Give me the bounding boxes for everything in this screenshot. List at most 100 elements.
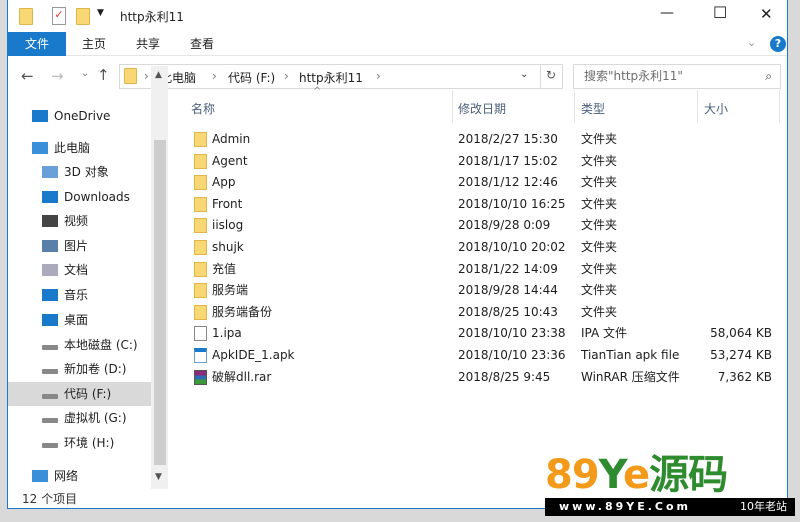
folder-icon [194,304,207,320]
file-type: 文件夹 [581,304,618,319]
network-icon [32,470,48,482]
nav-item[interactable]: 新加卷 (D:) [8,357,151,381]
column-divider[interactable] [574,90,575,123]
tab-home[interactable]: 主页 [74,32,114,56]
nav-item[interactable]: 虚拟机 (G:) [8,406,151,430]
file-row[interactable]: Agent 2018/1/17 15:02 文件夹 [188,151,778,172]
file-date: 2018/1/12 12:46 [458,175,558,190]
address-bar[interactable]: › 此电脑 › 代码 (F:) › http永利11 › ⌄ ↻ [119,64,563,89]
maximize-button[interactable]: ☐ [713,3,727,22]
chevron-right-icon: › [212,69,217,83]
file-size: 53,274 KB [710,348,772,362]
nav-item[interactable]: 文档 [8,258,151,282]
refresh-icon[interactable]: ↻ [546,68,556,82]
file-type: IPA 文件 [581,326,628,341]
recent-dropdown-icon[interactable]: ⌄ [81,68,89,79]
divider [540,65,541,88]
folder-icon [194,132,207,147]
file-row[interactable]: shujk 2018/10/10 20:02 文件夹 [188,237,778,258]
file-date: 2018/1/22 14:09 [458,261,558,276]
nav-item[interactable]: Downloads [8,185,151,209]
file-name: shujk [212,240,244,254]
file-row[interactable]: 服务端备份 2018/8/25 10:43 文件夹 [188,302,778,323]
title-bar: ✓ ▼ http永利11 — ☐ ✕ [8,0,787,32]
help-icon[interactable]: ? [770,36,786,52]
scroll-down-icon[interactable]: ▼ [155,472,162,482]
breadcrumb-drive[interactable]: 代码 (F:) [228,69,275,86]
column-header-date[interactable]: 修改日期 [458,98,506,120]
customize-dropdown-icon[interactable]: ▼ [97,8,104,18]
nav-item[interactable]: 图片 [8,234,151,258]
breadcrumb-folder[interactable]: http永利11 [299,69,363,86]
nav-item[interactable]: 3D 对象 [8,160,151,184]
file-name: Front [212,196,243,211]
column-divider[interactable] [697,90,698,123]
video-icon [42,215,58,227]
search-input[interactable]: 搜索"http永利11" ⌕ [573,64,781,89]
file-row[interactable]: ApkIDE_1.apk 2018/10/10 23:36 TianTian apk… [188,345,778,366]
watermark-logo: 89Ye源码 www.89YE.Com 10年老站 [545,452,795,518]
tab-share[interactable]: 共享 [128,32,168,56]
close-button[interactable]: ✕ [760,5,773,23]
nav-item[interactable]: 桌面 [8,308,151,332]
nav-item[interactable]: OneDrive [8,104,151,128]
chevron-right-icon[interactable]: › [376,69,381,83]
expand-ribbon-icon[interactable]: ⌄ [747,36,756,49]
file-row[interactable]: App 2018/1/12 12:46 文件夹 [188,172,778,193]
nav-item[interactable]: 网络 [8,464,151,488]
back-icon[interactable]: ← [21,67,34,85]
file-name: Agent [212,153,248,168]
nav-item[interactable]: 代码 (F:) [8,382,151,406]
watermark-tag: 10年老站 [740,500,787,513]
3d-objects-icon [42,166,58,178]
scroll-up-icon[interactable]: ▲ [155,70,162,80]
nav-item[interactable]: 本地磁盘 (C:) [8,333,151,357]
file-name: Admin [212,132,251,146]
column-header-type[interactable]: 类型 [581,98,605,120]
properties-icon[interactable]: ✓ [52,7,66,25]
file-row[interactable]: 破解dll.rar 2018/8/25 9:45 WinRAR 压缩文件 7,362 … [188,367,778,388]
column-header-size[interactable]: 大小 [704,98,728,120]
tab-view[interactable]: 查看 [182,32,222,56]
tab-file[interactable]: 文件 [8,32,66,56]
file-size: 58,064 KB [710,326,772,341]
ribbon-tabs: 文件 主页 共享 查看 ⌄ ? [8,32,787,56]
nav-item-label: 此电脑 [54,141,91,155]
forward-icon[interactable]: → [51,67,64,85]
file-row[interactable]: Admin 2018/2/27 15:30 文件夹 [188,129,778,150]
drive-icon [42,369,58,374]
file-row[interactable]: Front 2018/10/10 16:25 文件夹 [188,194,778,215]
nav-item[interactable]: 音乐 [8,283,151,307]
file-row[interactable]: iislog 2018/9/28 0:09 文件夹 [188,215,778,236]
file-type: TianTian apk file [581,348,680,362]
column-divider[interactable] [452,90,453,123]
folder-icon [194,218,207,234]
nav-item-label: 音乐 [64,288,89,302]
nav-item-label: 图片 [64,239,89,253]
new-folder-icon[interactable] [76,8,90,25]
folder-icon [194,240,207,255]
desktop-icon [42,314,58,326]
column-header-name[interactable]: 名称 [191,98,215,120]
nav-item[interactable]: 此电脑 [8,136,151,160]
nav-item[interactable]: 视频 [8,209,151,233]
file-date: 2018/10/10 23:36 [458,348,566,362]
nav-scrollbar-thumb[interactable] [154,140,166,465]
file-type: 文件夹 [581,132,618,146]
onedrive-icon [32,110,48,122]
file-date: 2018/9/28 14:44 [458,283,558,298]
file-name: iislog [212,218,244,233]
file-date: 2018/10/10 16:25 [458,196,566,211]
computer-icon [32,142,48,154]
up-icon[interactable]: ↑ [97,66,110,84]
minimize-button[interactable]: — [660,5,674,21]
address-dropdown-icon[interactable]: ⌄ [520,69,528,80]
nav-item[interactable]: 环境 (H:) [8,431,151,455]
rar-icon [194,369,207,385]
file-row[interactable]: 服务端 2018/9/28 14:44 文件夹 [188,280,778,301]
file-date: 2018/2/27 15:30 [458,132,558,146]
file-row[interactable]: 1.ipa 2018/10/10 23:38 IPA 文件 58,064 KB [188,323,778,344]
file-row[interactable]: 充值 2018/1/22 14:09 文件夹 [188,259,778,280]
search-icon[interactable]: ⌕ [765,65,772,88]
column-divider[interactable] [779,90,780,123]
